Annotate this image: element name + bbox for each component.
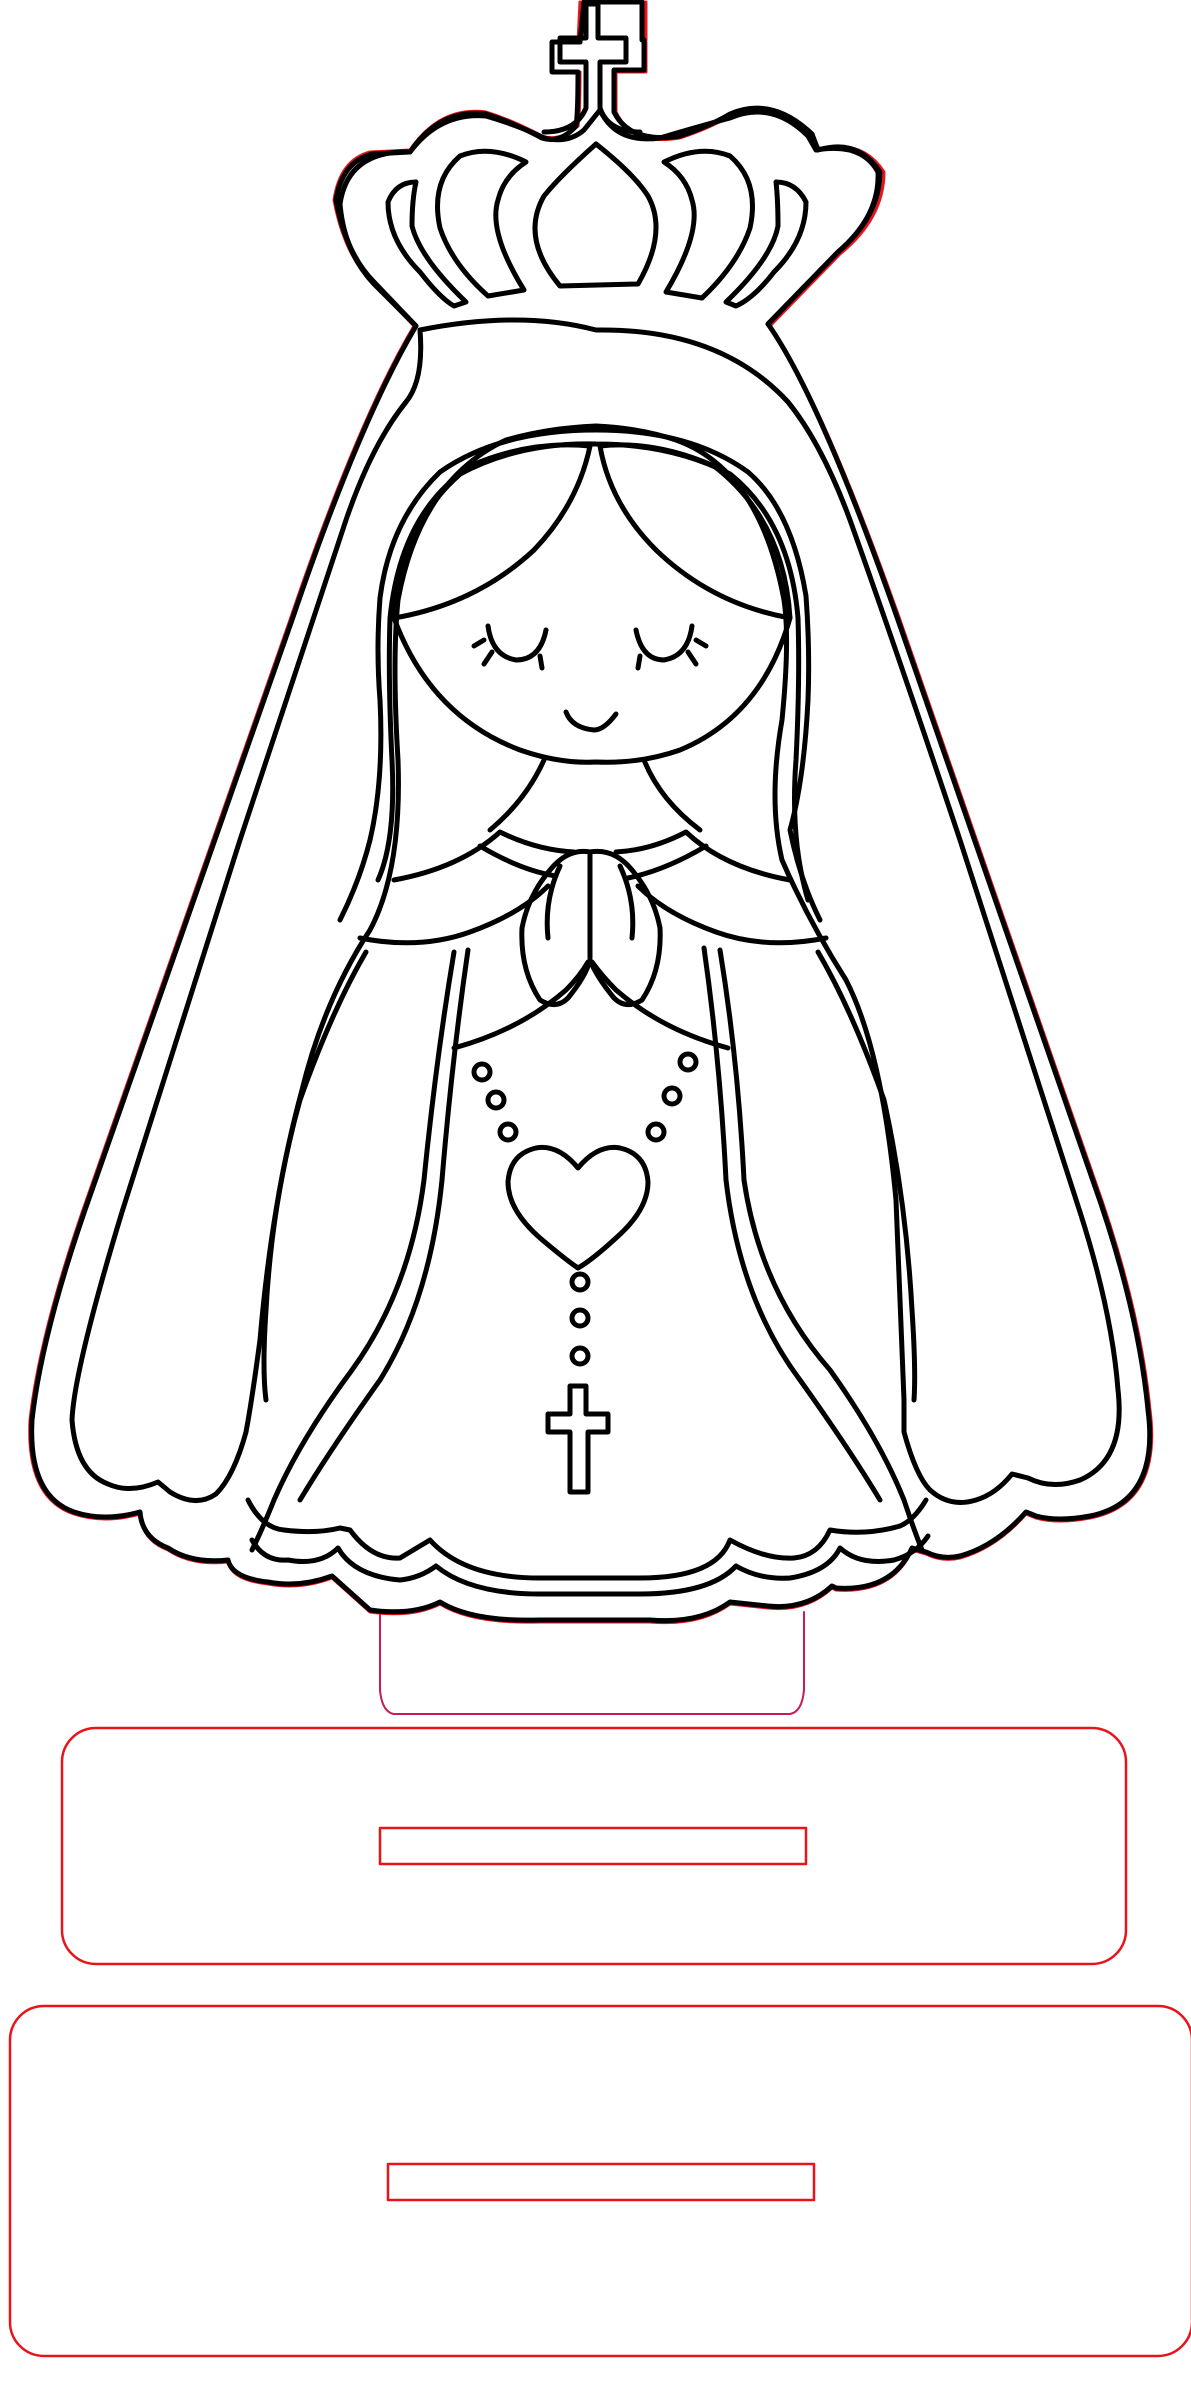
mantle-outline: [69, 317, 1122, 1505]
laser-cut-template: [8, 0, 1191, 2358]
rosary-cross-icon: [545, 1383, 611, 1495]
base-top-plate: [60, 1726, 1128, 1966]
rosary-icon: [471, 1051, 699, 1495]
closed-eye-left-icon: [485, 623, 549, 663]
veil-inner-edge: [375, 441, 811, 903]
crown-icon: [337, 1, 881, 329]
tab-outline: [379, 1611, 805, 1715]
base-top-slot: [378, 1826, 808, 1866]
heart-icon: [505, 1144, 651, 1271]
smile: [563, 709, 619, 733]
closed-eye-right-icon: [633, 623, 695, 663]
base-bottom-slot: [386, 2162, 816, 2202]
base-bottom-plate: [8, 2004, 1191, 2358]
face: [391, 442, 793, 833]
figure-outer-cut-line: [28, 0, 1154, 1625]
figure-outline: [29, 0, 1153, 1624]
